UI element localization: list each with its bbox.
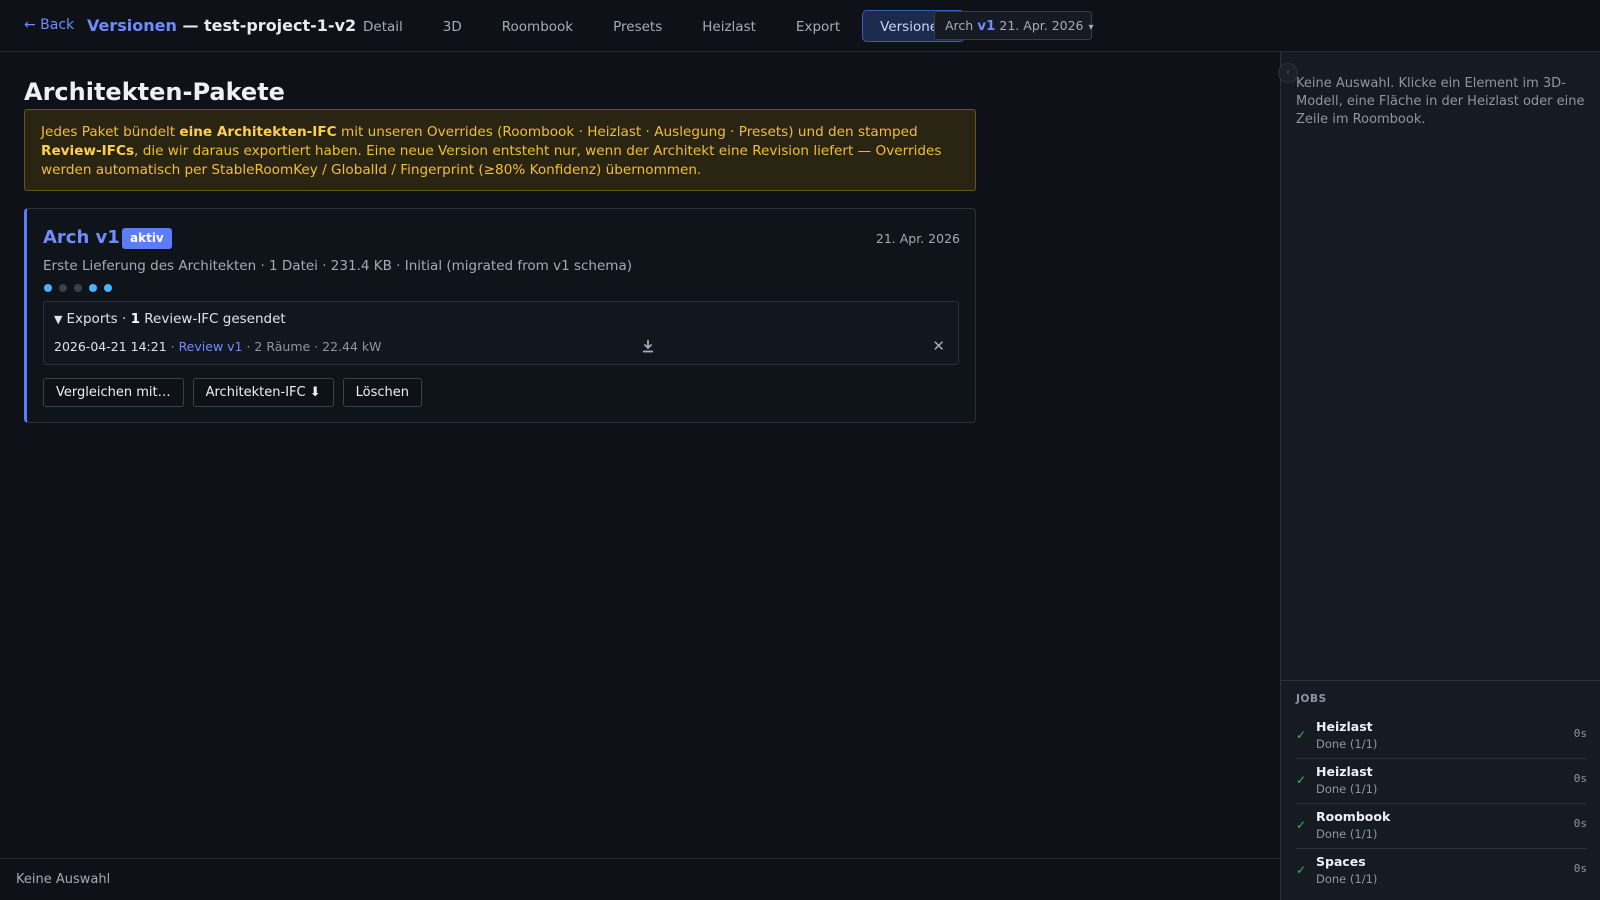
section-heading: Architekten-Pakete — [24, 78, 285, 106]
status-dot — [89, 284, 97, 292]
status-bar-text: Keine Auswahl — [16, 872, 111, 887]
tab-heizlast[interactable]: Heizlast — [684, 10, 774, 42]
collapse-panel-icon[interactable]: ‹ — [1278, 63, 1298, 83]
jobs-title: JOBS — [1296, 693, 1327, 705]
job-status: Done (1/1) — [1316, 827, 1378, 841]
job-duration: 0s — [1573, 862, 1587, 875]
job-duration: 0s — [1573, 817, 1587, 830]
tab-3d[interactable]: 3D — [425, 10, 480, 42]
status-bar: Keine Auswahl — [0, 858, 1280, 900]
tab-detail[interactable]: Detail — [345, 10, 421, 42]
export-review-link[interactable]: Review v1 — [179, 339, 243, 354]
status-dot — [74, 284, 82, 292]
page-title-separator: — — [176, 16, 205, 35]
job-status: Done (1/1) — [1316, 782, 1378, 796]
compare-button[interactable]: Vergleichen mit… — [43, 378, 184, 407]
exports-panel: ▼ Exports · 1 Review-IFC gesendet 2026-04… — [43, 301, 959, 365]
export-row: 2026-04-21 14:21 · Review v1 · 2 Räume ·… — [54, 337, 949, 359]
info-text-3: , die wir daraus exportiert haben. Eine … — [41, 143, 942, 178]
exports-label-suffix: Review-IFC gesendet — [139, 311, 286, 327]
exports-toggle[interactable]: ▼ Exports · 1 Review-IFC gesendet — [54, 311, 286, 327]
job-status: Done (1/1) — [1316, 872, 1378, 886]
version-select[interactable]: Arch v1 21. Apr. 2026 ▾ — [934, 11, 1094, 40]
main-content: Architekten-Pakete Jedes Paket bündelt e… — [0, 52, 1280, 858]
job-name: Roombook — [1316, 809, 1391, 824]
export-separator: · — [166, 339, 179, 354]
package-date: 21. Apr. 2026 — [875, 231, 960, 246]
check-icon: ✓ — [1296, 818, 1307, 832]
tab-export[interactable]: Export — [778, 10, 858, 42]
package-title: Arch v1 — [43, 227, 120, 248]
job-item: ✓ Heizlast Done (1/1) 0s — [1296, 714, 1587, 759]
check-icon: ✓ — [1296, 863, 1307, 877]
job-item: ✓ Heizlast Done (1/1) 0s — [1296, 759, 1587, 804]
disclosure-triangle-icon: ▼ — [54, 313, 63, 326]
status-dot — [104, 284, 112, 292]
exports-label-prefix: Exports · — [66, 311, 131, 327]
exports-count: 1 — [130, 311, 140, 327]
delete-button[interactable]: Löschen — [342, 378, 422, 407]
chevron-down-icon: ▾ — [1088, 22, 1094, 33]
job-duration: 0s — [1573, 772, 1587, 785]
status-dot — [44, 284, 52, 292]
inspector-panel: ‹ Keine Auswahl. Klicke ein Element im 3… — [1278, 52, 1600, 900]
info-bold-1: eine Architekten-IFC — [179, 124, 337, 140]
package-meta: Erste Lieferung des Architekten · 1 Date… — [43, 258, 632, 274]
version-select-prefix: Arch — [945, 18, 974, 33]
status-dot — [59, 284, 67, 292]
job-duration: 0s — [1573, 727, 1587, 740]
back-link[interactable]: ← Back — [24, 17, 74, 33]
info-banner: Jedes Paket bündelt eine Architekten-IFC… — [24, 109, 976, 191]
job-item: ✓ Roombook Done (1/1) 0s — [1296, 804, 1587, 849]
jobs-panel: JOBS ✓ Heizlast Done (1/1) 0s ✓ Heizlast… — [1281, 680, 1600, 900]
job-status: Done (1/1) — [1316, 737, 1378, 751]
selection-hint: Keine Auswahl. Klicke ein Element im 3D-… — [1296, 76, 1585, 127]
export-timestamp: 2026-04-21 14:21 — [54, 339, 167, 354]
close-icon[interactable]: ✕ — [932, 337, 945, 355]
tab-roombook[interactable]: Roombook — [484, 10, 591, 42]
info-text-2: mit unseren Overrides (Roombook · Heizla… — [336, 124, 918, 140]
job-name: Spaces — [1316, 854, 1366, 869]
top-bar: ← Back Versionen — test-project-1-v2 Det… — [0, 0, 1600, 52]
page-title-project: test-project-1-v2 — [204, 16, 357, 35]
job-name: Heizlast — [1316, 764, 1373, 779]
nav-tabs: Detail 3D Roombook Presets Heizlast Expo… — [345, 10, 965, 42]
version-select-date: 21. Apr. 2026 — [999, 18, 1084, 33]
info-bold-2: Review-IFCs — [41, 143, 135, 159]
export-meta: · 2 Räume · 22.44 kW — [242, 339, 382, 354]
tab-presets[interactable]: Presets — [595, 10, 680, 42]
check-icon: ✓ — [1296, 728, 1307, 742]
page-title: Versionen — test-project-1-v2 — [87, 16, 356, 35]
page-title-section: Versionen — [87, 16, 177, 35]
job-name: Heizlast — [1316, 719, 1373, 734]
architect-ifc-download-button[interactable]: Architekten-IFC ⬇ — [192, 378, 334, 407]
check-icon: ✓ — [1296, 773, 1307, 787]
package-card: Arch v1 aktiv 21. Apr. 2026 Erste Liefer… — [24, 208, 976, 423]
download-icon[interactable] — [642, 339, 656, 355]
info-text-1: Jedes Paket bündelt — [41, 124, 180, 140]
status-badge: aktiv — [122, 228, 172, 249]
version-select-version: v1 — [977, 18, 996, 34]
status-dots — [44, 284, 112, 292]
job-item: ✓ Spaces Done (1/1) 0s — [1296, 849, 1587, 894]
package-actions: Vergleichen mit… Architekten-IFC ⬇ Lösch… — [43, 378, 422, 407]
